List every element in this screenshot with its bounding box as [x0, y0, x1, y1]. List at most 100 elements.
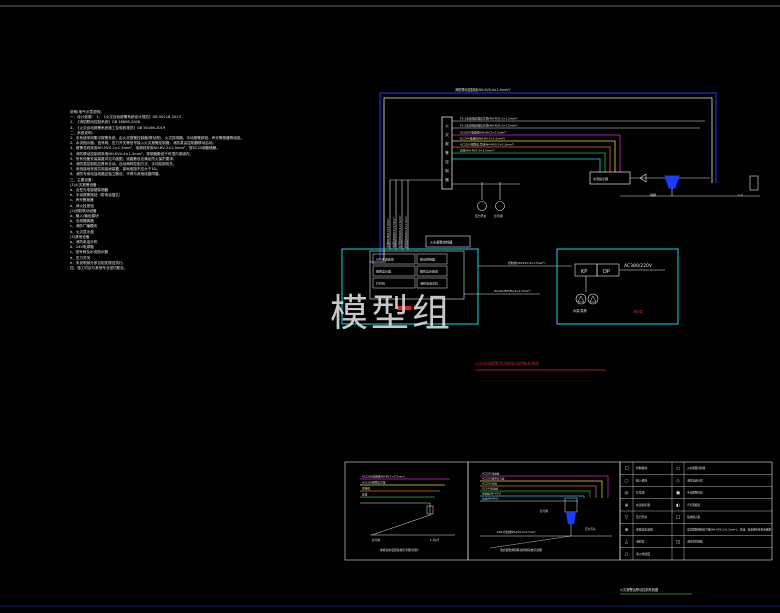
legend-symbol2-icon: ▭ — [676, 467, 680, 472]
main-caption: 火灾自动报警及消防联动控制系统图 — [475, 360, 539, 366]
note-line: 四、施工时应与其他专业密切配合。 — [70, 266, 128, 271]
sr-caption: 湿式报警阀组联动控制系统示意图 — [500, 548, 542, 552]
signal-label-2: AC220V电源线(NH-BV-2×2.5mm²) — [460, 131, 506, 135]
sr-bottom-label: ZD4-控制线NH-KVV-4×1.5mm² — [497, 530, 536, 534]
legend-symbol-icon: △ — [625, 540, 629, 545]
small-diagram-left: AC220V电源线(NH-BV-2×2.5mm²) AC220V报警信号线 控制… — [344, 461, 469, 561]
sr-diag — [489, 535, 572, 549]
legend-name2: 手动报警按钮 — [687, 491, 703, 495]
small-diagram-right: AC220V电源线 AC220V报警信号线 AC220V总线 DC24V电源线 … — [467, 461, 621, 561]
footer-caption: 火灾报警及联动控制系统图 — [620, 587, 658, 592]
wire-white-top — [383, 97, 713, 260]
dp-label: DC24V(NH-BV-2×2.5mm²) — [494, 289, 531, 293]
signal-line-6 — [452, 158, 601, 172]
vertical-line-labels: 总线NH-RVS-2×1.5mm² 电源线NH-BV-2×2.5mm² 信号线N… — [386, 215, 408, 248]
pump-motor-glyph-1 — [577, 295, 585, 303]
sr-label-4: 控制线(NH-KVV) — [482, 492, 501, 496]
legend-symbol2-icon: ◐ — [676, 503, 680, 508]
sr-valve-body — [564, 497, 578, 513]
vertical-label-1: 电源线NH-BV-2×2.5mm² — [392, 217, 396, 248]
sl-label-1: AC220V报警信号线 — [362, 481, 386, 485]
legend-symbol-icon: ○ — [625, 479, 629, 484]
alarm-panel-labels: 火 灾 报 警 控 制 器 — [445, 123, 449, 182]
vertical-label-2: 信号线NH-RVS-2×1.5mm² — [398, 215, 402, 248]
signal-label-5: 总线(NH-RVS-2×1.5mm²) — [460, 149, 495, 153]
sr-label-1: AC220V报警信号线 — [482, 477, 505, 481]
signal-valve-icon — [495, 201, 505, 211]
legend-name: 水流指示器 — [636, 503, 650, 507]
pressure-switch-icon — [477, 201, 487, 211]
sl-diag-wire — [371, 503, 431, 536]
signal-label-4: AC220V报警信号线(NH-RVS-2×1.5mm²) — [460, 143, 514, 147]
legend-name: 压力开关 — [636, 515, 647, 519]
legend-symbol-icon: ◎ — [625, 491, 629, 496]
top-bus-label: 消防联动控制线(NH-KVV-4×1.5mm²) — [455, 87, 510, 92]
panel-label-1: 灾 — [445, 132, 449, 137]
panel-label-0: 火 — [445, 123, 449, 128]
legend-name2: 火灾报警控制器 — [687, 466, 706, 470]
controller-cell-label-1: 联动控制器 — [420, 257, 435, 262]
sr-label-5: 总线(NH-RVS) — [482, 497, 499, 501]
legend-name2: 湿式报警阀组信号线(NH-RVS-2×1.5mm²)，总线，电源线等参见系统图 — [687, 527, 771, 531]
sr-blue-valve-icon — [566, 512, 576, 524]
bottom-device-1: 压力开关 — [475, 214, 486, 218]
legend-name2: 消防电话分机 — [687, 478, 703, 482]
legend-symbol2-icon: ◫ — [676, 540, 680, 545]
legend-name: 信号阀 — [636, 491, 645, 495]
controller-cell-label-3: 图形显示装置 — [420, 269, 438, 274]
legend-symbol-icon: ▽ — [625, 516, 629, 521]
sr-label-0: AC220V电源线 — [482, 472, 500, 476]
legend-symbol-icon: ▯ — [625, 552, 627, 557]
legend-name2: 声光警报器 — [687, 503, 700, 507]
legend-rows: ☐ 控制模块 ▭ 火灾报警控制器 ○ 输入模块 ◇ 消防电话分机 ◎ 信号阀 ▣ 手动报警按钮 ⊕ 水流指… — [620, 466, 772, 557]
signal-line-5 — [452, 152, 606, 172]
legend-name: 输入模块 — [636, 478, 647, 482]
legend-symbol-icon: ⊗ — [625, 528, 629, 533]
vertical-label-3: 控制线NH-KVV-4×1.5mm² — [404, 215, 408, 248]
legend-symbol2-icon: □ — [676, 516, 680, 521]
panel-label-4: 控 — [445, 159, 449, 164]
legend-name: 消火栓按钮 — [636, 552, 650, 556]
sr-mid-label-1: 压力开关 — [585, 527, 596, 531]
pump-red-label: 消防泵 — [633, 309, 644, 314]
signal-line-2 — [452, 134, 621, 172]
legend-symbol-icon: ☐ — [624, 466, 628, 472]
sl-aux-label-1: 1-1信号 — [430, 538, 440, 542]
panel-label-2: 报 — [445, 141, 449, 146]
panel-label-5: 制 — [445, 168, 449, 173]
right-label-2: 2.2 — [738, 193, 743, 197]
signal-label-3: DC24V电源线(NH-BV-2×2.5mm²) — [460, 137, 505, 141]
bottom-device-2: 信号阀 — [494, 214, 503, 218]
legend-name: 末端试水装置 — [636, 527, 653, 531]
voltage-label: AC380/220V — [624, 263, 653, 269]
sl-aux-label-0: 信号阀 — [372, 538, 380, 542]
pump-label: 水泵/泵房 — [573, 308, 587, 313]
right-end-device-icon — [749, 175, 759, 191]
sr-label-2: AC220V总线 — [482, 482, 497, 486]
pump-motor-glyph-2 — [589, 295, 597, 303]
right-device-label: 水流指示器 — [593, 176, 608, 181]
design-notes: 说明(电气示意说明) 一、设计依据： 1、《火灾自动报警系统设计规范》GB 501… — [70, 110, 320, 271]
signal-label-0: FS-1水流指示器信号线(NH-RVS-2×1.5mm²) — [460, 117, 518, 121]
legend-name2: 消防泵控制箱 — [687, 540, 703, 544]
dp-box-label: DP — [603, 269, 610, 275]
panel-label-3: 警 — [445, 150, 449, 155]
link-label: 控制线(NH-KVV-4×1.5mm²) — [508, 261, 545, 265]
vertical-label-0: 总线NH-RVS-2×1.5mm² — [386, 218, 390, 248]
panel-label-6: 器 — [445, 178, 449, 182]
sr-mid-label-0: 信号阀 — [540, 509, 548, 513]
legend-symbol-icon: ⊕ — [625, 503, 629, 508]
legend-name2: 接线端子箱 — [687, 515, 700, 519]
sl-label-0: AC220V电源线(NH-BV-2×2.5mm²) — [362, 475, 405, 479]
blue-pump-icon — [664, 175, 680, 189]
legend-name: 控制模块 — [636, 466, 647, 470]
sl-label-3: 总线 — [362, 493, 368, 497]
sl-label-2: 控制线 — [362, 487, 370, 491]
controller-cell-label-0: UPS电源装置 — [376, 257, 394, 262]
legend-symbol2-icon: ▣ — [676, 491, 680, 496]
watermark-text: 模型组 — [330, 291, 454, 335]
signal-label-1: FS-2水流指示器信号线(NH-RVS-2×1.5mm²) — [460, 124, 518, 128]
sl-caption: 末端试水装置系统示意图(局部) — [380, 548, 419, 552]
legend-symbol2-icon: ◇ — [676, 479, 680, 484]
kp-label: KP — [581, 269, 587, 275]
